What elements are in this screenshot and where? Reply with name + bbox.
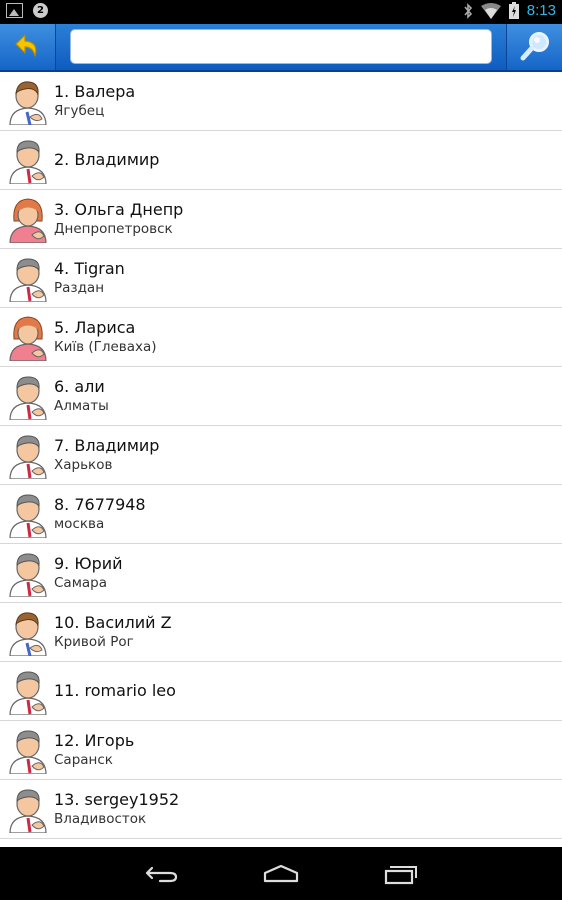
list-item-text: 13. sergey1952 Владивосток: [54, 780, 554, 838]
contact-name: 4. Tigran: [54, 259, 125, 278]
battery-icon: [508, 2, 519, 19]
nav-home-button[interactable]: [251, 857, 311, 891]
wifi-icon: [480, 2, 501, 19]
list-item-text: 11. romario leo: [54, 662, 554, 720]
navigation-bar: [0, 847, 562, 900]
notification-count-badge: 2: [33, 3, 48, 18]
list-item-text: 9. Юрий Самара: [54, 544, 554, 602]
list-item[interactable]: 9. Юрий Самара: [0, 544, 562, 603]
list-item-text: 10. Василий Z Кривой Рог: [54, 603, 554, 661]
contact-name: 7. Владимир: [54, 436, 160, 455]
home-nav-icon: [263, 864, 299, 883]
list-item[interactable]: 6. али Алматы: [0, 367, 562, 426]
avatar-woman-icon: [9, 316, 47, 361]
avatar-man-icon: [9, 140, 47, 184]
contact-city: москва: [54, 516, 105, 532]
list-item-text: 12. Игорь Саранск: [54, 721, 554, 779]
contact-list: 1. Валера Ягубец 2. Владимир 3. Ольга Дн…: [0, 72, 562, 847]
status-time: 8:13: [526, 2, 556, 19]
contact-city: Кривой Рог: [54, 634, 134, 650]
contact-city: Алматы: [54, 398, 109, 414]
contact-city: Раздан: [54, 280, 105, 296]
contact-name: 5. Лариса: [54, 318, 136, 337]
image-icon: [6, 3, 23, 18]
contact-city: Саранск: [54, 752, 113, 768]
avatar-man-icon: [9, 494, 47, 538]
back-button[interactable]: [0, 24, 56, 70]
list-item-text: 1. Валера Ягубец: [54, 72, 554, 130]
avatar-man-icon: [9, 789, 47, 833]
avatar-man-icon: [9, 435, 47, 479]
contact-city: Владивосток: [54, 811, 147, 827]
nav-back-button[interactable]: [131, 857, 191, 891]
list-item[interactable]: 1. Валера Ягубец: [0, 72, 562, 131]
contact-city: Київ (Глеваха): [54, 339, 157, 355]
avatar-boy-icon: [9, 81, 47, 125]
contact-name: 10. Василий Z: [54, 613, 172, 632]
contact-name: 12. Игорь: [54, 731, 135, 750]
bluetooth-icon: [464, 2, 472, 19]
list-item[interactable]: 3. Ольга Днепр Днепропетровск: [0, 190, 562, 249]
list-item[interactable]: 4. Tigran Раздан: [0, 249, 562, 308]
contact-name: 1. Валера: [54, 82, 136, 101]
contact-name: 9. Юрий: [54, 554, 123, 573]
contact-name: 13. sergey1952: [54, 790, 180, 809]
avatar-man-icon: [9, 258, 47, 302]
contact-city: Самара: [54, 575, 107, 591]
avatar-man-icon: [9, 730, 47, 774]
list-item[interactable]: 11. romario leo: [0, 662, 562, 721]
list-item[interactable]: 2. Владимир: [0, 131, 562, 190]
status-bar-left: 2: [6, 3, 48, 18]
contact-city: Ягубец: [54, 103, 105, 119]
search-input[interactable]: [70, 29, 492, 64]
list-item[interactable]: 10. Василий Z Кривой Рог: [0, 603, 562, 662]
list-item-text: 5. Лариса Київ (Глеваха): [54, 308, 554, 366]
status-bar-right: 8:13: [463, 2, 556, 19]
status-bar: 2 8:13: [0, 0, 562, 24]
list-item-text: 3. Ольга Днепр Днепропетровск: [54, 190, 554, 248]
list-item[interactable]: 8. 7677948 москва: [0, 485, 562, 544]
list-item[interactable]: 5. Лариса Київ (Глеваха): [0, 308, 562, 367]
list-item[interactable]: 12. Игорь Саранск: [0, 721, 562, 780]
list-item-text: 7. Владимир Харьков: [54, 426, 554, 484]
list-item-text: 4. Tigran Раздан: [54, 249, 554, 307]
list-item-text: 8. 7677948 москва: [54, 485, 554, 543]
contact-name: 2. Владимир: [54, 150, 160, 169]
back-nav-icon: [145, 866, 178, 883]
avatar-woman-icon: [9, 198, 47, 243]
contact-name: 11. romario leo: [54, 681, 176, 700]
avatar-boy-icon: [9, 612, 47, 656]
search-button[interactable]: [506, 24, 562, 70]
magnifier-icon: [520, 32, 549, 61]
contact-city: Харьков: [54, 457, 113, 473]
list-item[interactable]: 7. Владимир Харьков: [0, 426, 562, 485]
contact-name: 6. али: [54, 377, 105, 396]
back-arrow-icon: [14, 34, 36, 57]
list-item[interactable]: 13. sergey1952 Владивосток: [0, 780, 562, 839]
avatar-man-icon: [9, 376, 47, 420]
list-item-text: 6. али Алматы: [54, 367, 554, 425]
list-item-text: 2. Владимир: [54, 131, 554, 189]
toolbar: [0, 24, 562, 72]
contact-name: 3. Ольга Днепр: [54, 200, 184, 219]
contact-city: Днепропетровск: [54, 221, 173, 237]
avatar-man-icon: [9, 671, 47, 715]
avatar-man-icon: [9, 553, 47, 597]
nav-recent-apps-button[interactable]: [371, 857, 431, 891]
recent-apps-icon: [384, 866, 417, 885]
contact-name: 8. 7677948: [54, 495, 146, 514]
